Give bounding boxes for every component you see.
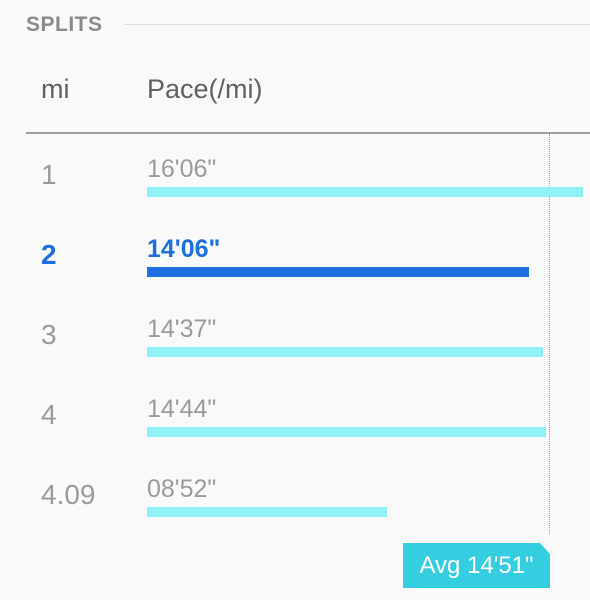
splits-panel: SPLITS mi Pace(/mi) 1 16'06" 2 14'06" 3 … — [0, 0, 590, 600]
header-divider — [26, 132, 590, 134]
split-pace: 14'37" — [147, 315, 217, 343]
split-mile: 2 — [41, 239, 57, 270]
column-header-pace: Pace(/mi) — [147, 74, 263, 104]
column-header-mi: mi — [41, 74, 70, 104]
split-mile: 3 — [41, 319, 57, 350]
split-mile: 4 — [41, 399, 57, 430]
split-pace-bar — [147, 347, 543, 357]
split-pace: 08'52" — [147, 475, 217, 503]
split-mile: 1 — [41, 159, 57, 190]
section-title: SPLITS — [26, 13, 103, 36]
split-pace-bar — [147, 507, 387, 517]
section-header: SPLITS — [26, 10, 103, 40]
split-pace: 16'06" — [147, 155, 217, 183]
split-mile: 4.09 — [41, 479, 96, 510]
split-pace-bar — [147, 187, 583, 197]
average-pace-badge: Avg 14'51" — [403, 543, 550, 588]
section-divider — [124, 24, 590, 25]
split-pace-bar — [147, 427, 546, 437]
split-pace: 14'06" — [147, 235, 221, 263]
split-pace-bar — [147, 267, 529, 277]
split-pace: 14'44" — [147, 395, 217, 423]
